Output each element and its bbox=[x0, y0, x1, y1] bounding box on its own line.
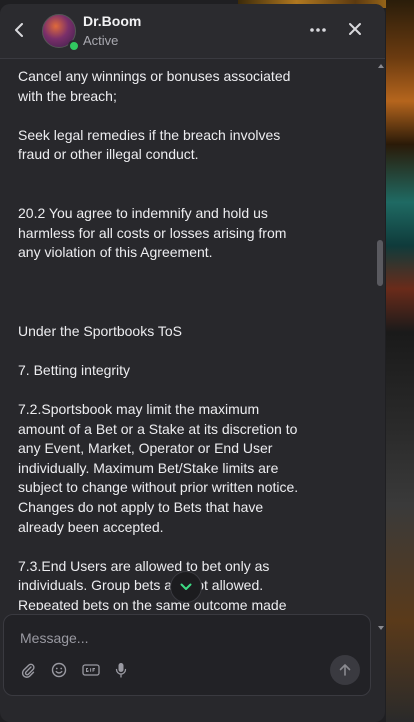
send-button[interactable] bbox=[330, 655, 360, 685]
scrollbar-thumb[interactable] bbox=[377, 240, 383, 286]
paperclip-icon bbox=[21, 663, 35, 678]
arrow-up-icon bbox=[339, 664, 351, 676]
microphone-icon bbox=[115, 663, 127, 678]
emoji-button[interactable] bbox=[50, 661, 68, 679]
gif-button[interactable] bbox=[82, 661, 100, 679]
background-game-strip bbox=[386, 0, 414, 722]
message-bubble: Cancel any winnings or bonuses associate… bbox=[0, 59, 303, 610]
presence-indicator bbox=[68, 40, 80, 52]
message-paragraph: Under the Sportbooks ToS bbox=[18, 322, 182, 339]
scroll-up-arrow[interactable] bbox=[378, 64, 384, 68]
close-button[interactable] bbox=[344, 18, 366, 40]
scrollbar[interactable] bbox=[372, 62, 384, 634]
chat-panel: Dr.Boom Active Cancel any winnings or bo… bbox=[0, 4, 385, 722]
attach-button[interactable] bbox=[19, 661, 37, 679]
message-area[interactable]: Cancel any winnings or bonuses associate… bbox=[0, 59, 314, 610]
message-paragraph: 20.2 You agree to indemnify and hold us … bbox=[18, 205, 291, 261]
voice-message-button[interactable] bbox=[112, 661, 130, 679]
contact-name[interactable]: Dr.Boom bbox=[83, 13, 141, 29]
chevron-left-icon bbox=[15, 23, 23, 37]
message-paragraph: Cancel any winnings or bonuses associate… bbox=[18, 68, 295, 104]
message-paragraph: 7.2.Sportsbook may limit the maximum amo… bbox=[18, 401, 303, 535]
message-paragraph: 7.3.End Users are allowed to bet only as… bbox=[18, 557, 287, 610]
message-paragraph: Seek legal remedies if the breach involv… bbox=[18, 126, 285, 163]
gif-icon bbox=[82, 664, 100, 676]
more-options-button[interactable] bbox=[306, 20, 330, 40]
emoji-icon bbox=[51, 662, 67, 678]
jump-to-latest-button[interactable] bbox=[170, 571, 202, 603]
contact-status: Active bbox=[83, 33, 119, 48]
chevron-down-icon bbox=[180, 583, 192, 590]
scroll-down-arrow[interactable] bbox=[378, 626, 384, 630]
message-composer bbox=[3, 614, 371, 696]
chat-header: Dr.Boom Active bbox=[0, 4, 385, 59]
back-button[interactable] bbox=[8, 18, 30, 42]
close-icon bbox=[349, 23, 361, 35]
message-paragraph: 7. Betting integrity bbox=[18, 361, 131, 378]
more-horizontal-icon bbox=[310, 28, 326, 32]
message-input[interactable] bbox=[18, 625, 352, 651]
